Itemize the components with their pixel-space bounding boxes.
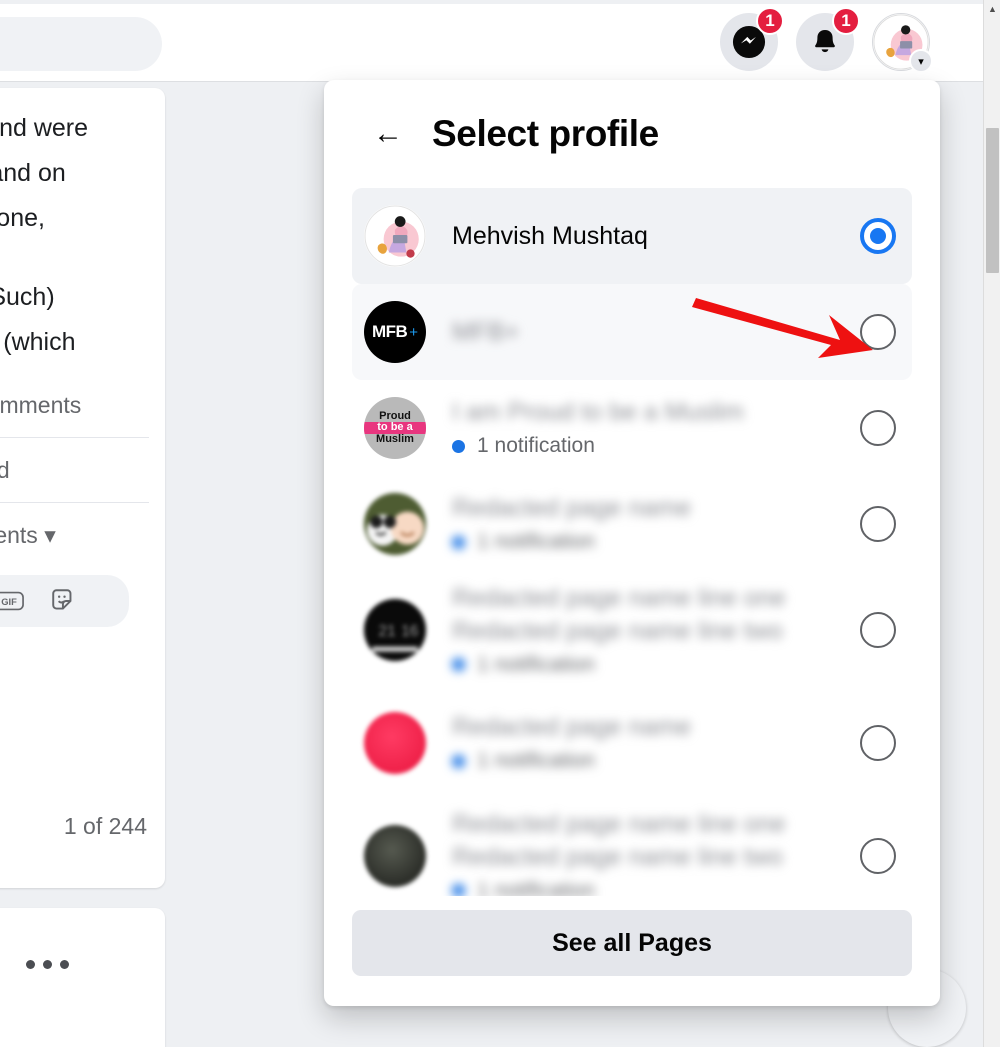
avatar (364, 205, 426, 267)
profile-name: Redacted page name line one (452, 809, 786, 838)
svg-text:GIF: GIF (1, 597, 17, 607)
post-text-line: est one, (0, 204, 45, 232)
arrow-left-icon[interactable]: ← (368, 114, 408, 154)
profile-info: Redacted page name line one Redacted pag… (426, 584, 860, 677)
notifications-button[interactable]: 1 (796, 7, 860, 71)
profile-row[interactable]: Redacted page name line one Redacted pag… (352, 798, 912, 896)
svg-text:21: 21 (378, 623, 395, 640)
profile-name: Redacted page name (452, 494, 692, 522)
profile-radio[interactable] (860, 612, 896, 648)
profile-radio-selected[interactable] (860, 218, 896, 254)
notification-dot-icon (452, 535, 465, 549)
comment-composer-actions: GIF (0, 575, 129, 627)
profile-info: Mehvish Mushtaq (426, 222, 860, 251)
select-profile-dialog: ← Select profile Mehvish Mushtaq MFB + M… (324, 80, 940, 1006)
messenger-badge: 1 (756, 7, 784, 35)
profile-list: Mehvish Mushtaq MFB + MFB+ Proud to be a… (324, 188, 940, 896)
scrollbar[interactable]: ▲ (983, 0, 1000, 1047)
notification-label: 1 notification (477, 652, 595, 676)
notification-note: 1 notification (452, 653, 860, 677)
gif-icon[interactable]: GIF (0, 589, 24, 613)
notification-dot-icon (452, 884, 465, 896)
profile-radio[interactable] (860, 410, 896, 446)
profile-info: Redacted page name 1 notification (426, 713, 860, 773)
avatar (364, 712, 426, 774)
notification-label: 1 notification (477, 749, 595, 772)
chevron-down-icon: ▾ (44, 522, 56, 548)
screen: 1 1 ▾ nd were nd on one, uch) (which mme… (0, 0, 1000, 1047)
notification-label: 1 notification (477, 530, 595, 553)
sticker-icon[interactable] (50, 587, 78, 615)
more-options-button[interactable] (26, 960, 69, 969)
post-text-line: to land on (0, 159, 66, 187)
profile-name-line2: Redacted page name line two (452, 842, 783, 871)
pagination-indicator: 1 of 244 (63, 813, 147, 839)
profile-radio[interactable] (860, 725, 896, 761)
divider (0, 437, 149, 438)
profile-radio[interactable] (860, 314, 896, 350)
profile-row[interactable]: Mehvish Mushtaq (352, 188, 912, 284)
post-text-line: er and were (0, 114, 89, 142)
profile-row[interactable]: 21 16 Redacted page name line one Redact… (352, 572, 912, 688)
search-input[interactable] (0, 17, 162, 71)
avatar: 21 16 (364, 599, 426, 661)
profile-row[interactable]: Proud to be a Muslim I am Proud to be a … (352, 380, 912, 476)
profile-row[interactable]: Redacted page name 1 notification (352, 688, 912, 798)
avatar (364, 825, 426, 887)
comments-filter-label: mments (0, 522, 38, 548)
profile-name: I am Proud to be a Muslim (452, 398, 744, 426)
avatar (364, 493, 426, 555)
post-panel: er and were to land on est one, hi, Such… (0, 88, 165, 888)
secondary-post-panel (0, 908, 165, 1047)
send-button[interactable]: Send (0, 448, 149, 492)
profile-name-line2: Redacted page name line two (452, 616, 783, 645)
avatar: MFB + (364, 301, 426, 363)
profile-info: Redacted page name line one Redacted pag… (426, 809, 860, 897)
notification-dot-icon (452, 658, 465, 671)
profile-radio[interactable] (860, 838, 896, 874)
scrollbar-thumb[interactable] (986, 128, 999, 273)
chevron-down-icon: ▾ (909, 49, 933, 73)
topbar-actions: 1 1 ▾ (720, 7, 933, 73)
profile-row[interactable]: MFB + MFB+ (352, 284, 912, 380)
messenger-button[interactable]: 1 (720, 7, 784, 71)
notification-note: 1 notification (452, 434, 860, 458)
profile-name: MFB+ (452, 317, 520, 346)
top-navigation-bar: 1 1 ▾ (0, 4, 985, 82)
comments-filter[interactable]: mments ▾ (0, 513, 149, 557)
profile-name: Redacted page name (452, 713, 692, 741)
notification-note: 1 notification (452, 530, 860, 554)
notifications-badge: 1 (832, 7, 860, 35)
profile-info: Redacted page name 1 notification (426, 494, 860, 554)
notification-label: 1 notification (477, 434, 595, 457)
page-title: Select profile (432, 113, 659, 154)
profile-info: MFB+ (426, 318, 860, 347)
profile-info: I am Proud to be a Muslim 1 notification (426, 398, 860, 458)
notification-label: 1 notification (477, 878, 595, 897)
account-menu-button[interactable]: ▾ (872, 13, 933, 73)
dialog-header: ← Select profile (324, 80, 940, 188)
notification-dot-icon (452, 439, 465, 453)
notification-note: 1 notification (452, 878, 860, 897)
profile-name: Redacted page name line one (452, 583, 786, 612)
avatar: Proud to be a Muslim (364, 397, 426, 459)
profile-name: Mehvish Mushtaq (452, 221, 648, 250)
avatar-text-bottom: Muslim (376, 432, 414, 445)
post-text-line: ight (which (0, 328, 76, 356)
profile-radio[interactable] (860, 506, 896, 542)
profile-row[interactable]: Redacted page name 1 notification (352, 476, 912, 572)
svg-text:16: 16 (401, 623, 418, 640)
scroll-up-icon[interactable]: ▲ (984, 0, 1000, 17)
see-all-pages-button[interactable]: See all Pages (352, 910, 912, 976)
dialog-footer: See all Pages (324, 896, 940, 1006)
notification-dot-icon (452, 754, 465, 768)
avatar-initials: MFB (371, 322, 408, 341)
avatar-plus-badge: + (409, 323, 419, 341)
notification-note: 1 notification (452, 749, 860, 773)
comments-count[interactable]: 5 comments (0, 383, 149, 427)
divider (0, 502, 149, 503)
post-text-line: hi, Such) (0, 283, 55, 311)
